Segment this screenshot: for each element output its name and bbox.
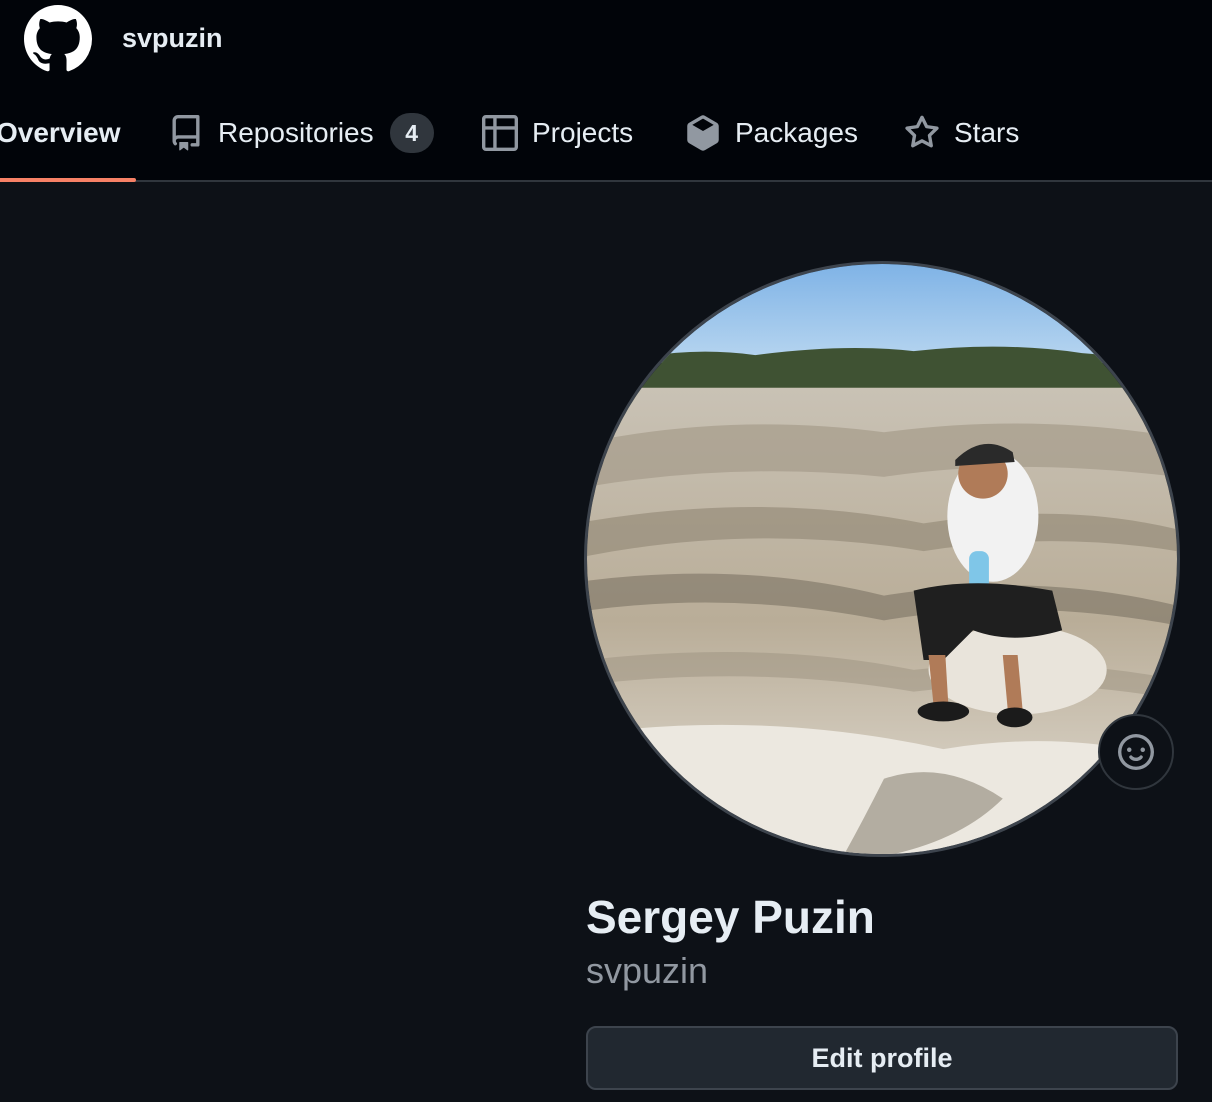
edit-profile-button[interactable]: Edit profile bbox=[586, 1026, 1178, 1090]
tab-projects[interactable]: Projects bbox=[482, 86, 633, 180]
tab-overview-label: Overview bbox=[0, 117, 121, 148]
selected-tab-underline bbox=[0, 178, 136, 182]
smiley-icon bbox=[1118, 734, 1154, 770]
repositories-count-badge: 4 bbox=[389, 113, 434, 153]
tab-overview[interactable]: Overview bbox=[0, 86, 136, 182]
tab-packages[interactable]: Packages bbox=[685, 86, 858, 180]
repo-icon bbox=[168, 115, 204, 151]
header-username-link[interactable]: svpuzin bbox=[122, 20, 223, 56]
tab-projects-label: Projects bbox=[532, 117, 634, 148]
profile-tab-nav: Overview Repositories 4 Projects Package… bbox=[0, 86, 1212, 182]
tab-packages-label: Packages bbox=[735, 117, 858, 148]
profile-login: svpuzin bbox=[586, 950, 709, 991]
star-icon bbox=[904, 115, 940, 151]
avatar-photo bbox=[587, 264, 1177, 854]
tab-stars[interactable]: Stars bbox=[904, 86, 1019, 180]
package-icon bbox=[685, 115, 721, 151]
github-logo-icon[interactable] bbox=[24, 5, 92, 73]
table-icon bbox=[482, 115, 518, 151]
top-header: svpuzin bbox=[0, 0, 1212, 86]
tab-stars-label: Stars bbox=[954, 117, 1020, 148]
profile-full-name: Sergey Puzin bbox=[586, 891, 875, 943]
set-status-button[interactable] bbox=[1098, 714, 1174, 790]
tab-repositories-label: Repositories bbox=[218, 117, 374, 148]
tab-repositories[interactable]: Repositories 4 bbox=[168, 86, 434, 180]
profile-avatar[interactable] bbox=[584, 261, 1180, 857]
